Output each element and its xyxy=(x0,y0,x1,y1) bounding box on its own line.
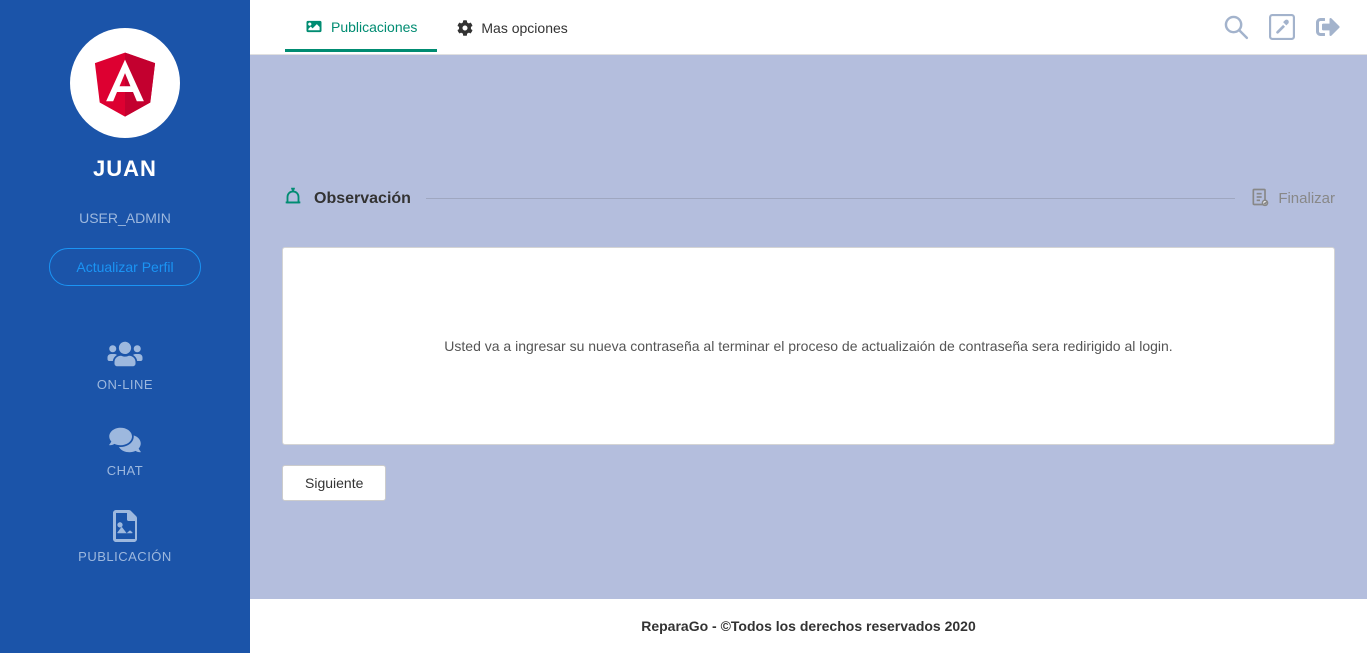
logout-icon xyxy=(1315,15,1341,39)
content-area: Observación Finalizar xyxy=(250,55,1367,653)
observation-card: Usted va a ingresar su nueva contraseña … xyxy=(282,247,1335,445)
sidebar-item-label: CHAT xyxy=(107,463,143,478)
user-name: JUAN xyxy=(93,156,157,182)
sidebar-item-publicacion[interactable]: PUBLICACIÓN xyxy=(78,508,172,564)
footer-text: ReparaGo - ©Todos los derechos reservado… xyxy=(641,618,976,634)
section-left: Observación xyxy=(282,185,411,212)
gear-icon xyxy=(457,20,473,36)
file-image-icon xyxy=(107,508,143,544)
observation-text: Usted va a ingresar su nueva contraseña … xyxy=(313,338,1304,354)
avatar xyxy=(70,28,180,138)
sidebar-item-chat[interactable]: CHAT xyxy=(107,422,143,478)
logout-button[interactable] xyxy=(1314,13,1342,41)
angular-logo-icon xyxy=(85,43,165,123)
search-icon xyxy=(1223,14,1249,40)
alert-icon xyxy=(282,185,304,212)
sidebar: JUAN USER_ADMIN Actualizar Perfil ON-LIN… xyxy=(0,0,250,653)
tools-button[interactable] xyxy=(1268,13,1296,41)
sidebar-item-online[interactable]: ON-LINE xyxy=(97,336,153,392)
wrench-icon xyxy=(1269,14,1295,40)
finalize-label: Finalizar xyxy=(1278,190,1335,207)
sidebar-item-label: PUBLICACIÓN xyxy=(78,549,172,564)
next-button[interactable]: Siguiente xyxy=(282,465,386,501)
users-icon xyxy=(107,336,143,372)
tab-mas-opciones[interactable]: Mas opciones xyxy=(437,4,587,50)
search-button[interactable] xyxy=(1222,13,1250,41)
sidebar-nav: ON-LINE CHAT PUBLICACIÓN xyxy=(0,336,250,564)
footer: ReparaGo - ©Todos los derechos reservado… xyxy=(250,599,1367,653)
finalize-button[interactable]: Finalizar xyxy=(1250,187,1335,211)
tab-label: Mas opciones xyxy=(481,20,567,36)
update-profile-button[interactable]: Actualizar Perfil xyxy=(49,248,200,286)
content-inner: Observación Finalizar xyxy=(250,55,1367,599)
checklist-icon xyxy=(1250,187,1270,211)
tab-label: Publicaciones xyxy=(331,19,417,35)
image-icon xyxy=(305,19,323,34)
user-role: USER_ADMIN xyxy=(79,210,171,226)
section-title: Observación xyxy=(314,190,411,208)
tab-publicaciones[interactable]: Publicaciones xyxy=(285,3,437,52)
chat-icon xyxy=(107,422,143,458)
topbar: Publicaciones Mas opciones xyxy=(250,0,1367,55)
divider xyxy=(426,198,1235,199)
section-header: Observación Finalizar xyxy=(282,185,1335,212)
main: Publicaciones Mas opciones xyxy=(250,0,1367,653)
sidebar-item-label: ON-LINE xyxy=(97,377,153,392)
topbar-right xyxy=(1222,13,1342,41)
